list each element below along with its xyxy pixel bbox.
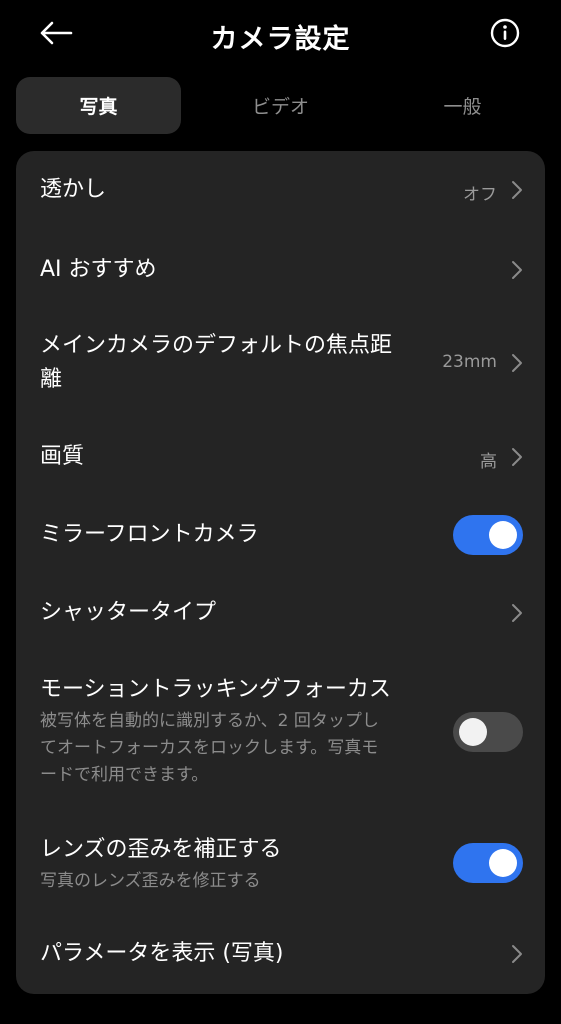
setting-title-line1: メインカメラのデフォルトの焦点距 <box>40 333 393 358</box>
info-button[interactable] <box>486 14 524 52</box>
app-header: カメラ設定 <box>0 0 561 72</box>
setting-description-line3: ードで利用できます。 <box>40 765 209 785</box>
setting-title: シャッタータイプ <box>40 600 217 625</box>
setting-image-quality[interactable]: 画質 高 <box>16 421 545 493</box>
tab-bar: 写真 ビデオ 一般 <box>16 77 546 134</box>
setting-ai-recommend[interactable]: AI おすすめ <box>16 229 545 311</box>
tab-photo[interactable]: 写真 <box>16 77 181 134</box>
setting-value: 23mm <box>442 352 497 372</box>
lens-distortion-toggle[interactable] <box>453 843 523 883</box>
setting-mirror-front-camera: ミラーフロントカメラ <box>16 493 545 575</box>
setting-title: ミラーフロントカメラ <box>40 522 259 547</box>
setting-lens-distortion-correction: レンズの歪みを補正する 写真のレンズ歪みを修正する <box>16 811 545 913</box>
chevron-right-icon <box>512 448 522 466</box>
toggle-knob <box>489 849 517 877</box>
setting-motion-tracking-focus: モーショントラッキングフォーカス 被写体を自動的に識別するか、2 回タップし て… <box>16 653 545 811</box>
setting-title-line2: 離 <box>40 367 63 392</box>
setting-description-line2: てオートフォーカスをロックします。写真モ <box>40 738 379 758</box>
setting-description: 写真のレンズ歪みを修正する <box>40 871 261 891</box>
chevron-right-icon <box>512 181 522 199</box>
setting-title: パラメータを表示 (写真) <box>40 941 284 966</box>
setting-value: オフ <box>463 185 497 205</box>
chevron-right-icon <box>512 945 522 963</box>
motion-tracking-focus-toggle[interactable] <box>453 712 523 752</box>
setting-description-line1: 被写体を自動的に識別するか、2 回タップし <box>40 711 379 731</box>
setting-title: 画質 <box>40 444 85 469</box>
info-icon <box>490 18 520 48</box>
setting-default-focal-length[interactable]: メインカメラのデフォルトの焦点距 離 23mm <box>16 311 545 421</box>
chevron-right-icon <box>512 354 522 372</box>
page-title: カメラ設定 <box>210 24 351 55</box>
setting-watermark[interactable]: 透かし オフ <box>16 151 545 229</box>
mirror-front-camera-toggle[interactable] <box>453 515 523 555</box>
chevron-right-icon <box>512 261 522 279</box>
setting-value: 高 <box>480 452 497 472</box>
chevron-right-icon <box>512 604 522 622</box>
setting-shutter-type[interactable]: シャッタータイプ <box>16 575 545 653</box>
setting-title: モーショントラッキングフォーカス <box>40 677 391 702</box>
setting-show-parameters[interactable]: パラメータを表示 (写真) <box>16 913 545 994</box>
setting-title: レンズの歪みを補正する <box>40 837 282 862</box>
tab-general[interactable]: 一般 <box>380 77 545 134</box>
settings-card: 透かし オフ AI おすすめ メインカメラのデフォルトの焦点距 離 23mm 画… <box>16 151 545 994</box>
setting-title: AI おすすめ <box>40 257 157 282</box>
tab-video[interactable]: ビデオ <box>198 77 363 134</box>
setting-title: 透かし <box>40 177 107 202</box>
toggle-knob <box>489 521 517 549</box>
toggle-knob <box>459 718 487 746</box>
